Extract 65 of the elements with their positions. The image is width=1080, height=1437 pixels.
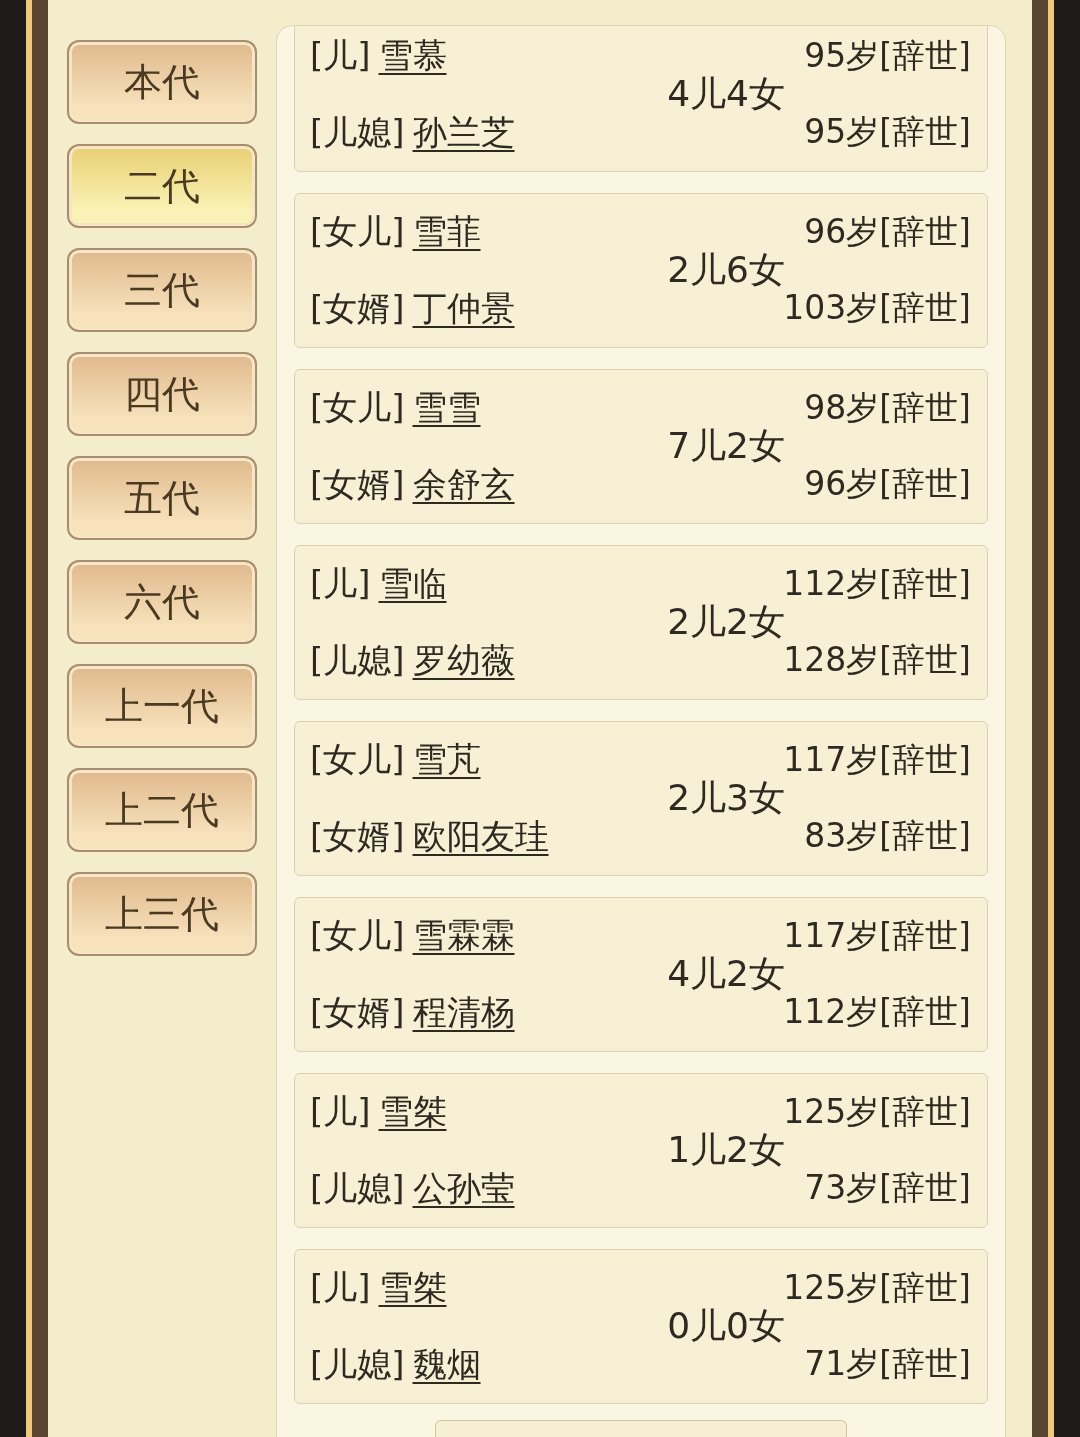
children-count: 4儿4女 [667,72,785,116]
relation-label: [女婿] [310,815,405,858]
spouse-name-link[interactable]: 余舒玄 [412,462,515,508]
relation-label: [女儿] [310,386,405,429]
spouse-name-link[interactable]: 孙兰芝 [412,110,515,156]
spouse-age: 83岁[辞世] [804,815,971,857]
spouse-name-link[interactable]: 罗幼薇 [412,638,515,684]
spouse-age: 73岁[辞世] [804,1167,971,1209]
spouse-age: 112岁[辞世] [783,991,971,1033]
children-count: 1儿2女 [667,1128,785,1172]
relation-label: [女婿] [310,991,405,1034]
spouse-age: 103岁[辞世] [783,287,971,329]
spouse-name-link[interactable]: 丁仲景 [412,286,515,332]
spouse-name-link[interactable]: 魏烟 [412,1342,481,1388]
spouse-age: 96岁[辞世] [804,463,971,505]
member-name-link[interactable]: 雪霖霖 [412,913,515,959]
children-count: 0儿0女 [667,1304,785,1348]
relation-label: [女儿] [310,914,405,957]
generation-tab[interactable]: 二代 [67,144,257,228]
member-name-link[interactable]: 雪雪 [412,385,481,431]
member-name-link[interactable]: 雪慕 [378,33,447,79]
generation-tab[interactable]: 本代 [67,40,257,124]
member-name-link[interactable]: 雪桀 [378,1089,447,1135]
relation-label: [女婿] [310,463,405,506]
spouse-age: 128岁[辞世] [783,639,971,681]
member-age: 117岁[辞世] [783,739,971,781]
generation-tab[interactable]: 三代 [67,248,257,332]
member-age: 117岁[辞世] [783,915,971,957]
generation-tab[interactable]: 五代 [67,456,257,540]
spouse-age: 71岁[辞世] [804,1343,971,1385]
relation-label: [女婿] [310,287,405,330]
children-count: 2儿2女 [667,600,785,644]
member-age: 98岁[辞世] [804,387,971,429]
generation-tab[interactable]: 四代 [67,352,257,436]
spouse-name-link[interactable]: 欧阳友珪 [412,814,549,860]
relation-label: [儿] [310,34,371,77]
relation-label: [儿媳] [310,639,405,682]
spouse-name-link[interactable]: 程清杨 [412,990,515,1036]
member-name-link[interactable]: 雪桀 [378,1265,447,1311]
generation-tab[interactable]: 上一代 [67,664,257,748]
member-age: 95岁[辞世] [804,35,971,77]
generation-tab[interactable]: 上二代 [67,768,257,852]
relation-label: [儿媳] [310,111,405,154]
member-name-link[interactable]: 雪菲 [412,209,481,255]
children-count: 2儿3女 [667,776,785,820]
generation-tab[interactable]: 六代 [67,560,257,644]
relation-label: [儿] [310,562,371,605]
relation-label: [儿媳] [310,1167,405,1210]
relation-label: [儿媳] [310,1343,405,1386]
spouse-name-link[interactable]: 公孙莹 [412,1166,515,1212]
relation-label: [女儿] [310,738,405,781]
relation-label: [儿] [310,1090,371,1133]
member-age: 125岁[辞世] [783,1091,971,1133]
relation-label: [儿] [310,1266,371,1309]
spouse-age: 95岁[辞世] [804,111,971,153]
member-age: 112岁[辞世] [783,563,971,605]
relation-label: [女儿] [310,210,405,253]
member-age: 96岁[辞世] [804,211,971,253]
children-count: 2儿6女 [667,248,785,292]
children-count: 4儿2女 [667,952,785,996]
children-count: 7儿2女 [667,424,785,468]
member-name-link[interactable]: 雪临 [378,561,447,607]
member-age: 125岁[辞世] [783,1267,971,1309]
member-name-link[interactable]: 雪芃 [412,737,481,783]
generation-tab[interactable]: 上三代 [67,872,257,956]
